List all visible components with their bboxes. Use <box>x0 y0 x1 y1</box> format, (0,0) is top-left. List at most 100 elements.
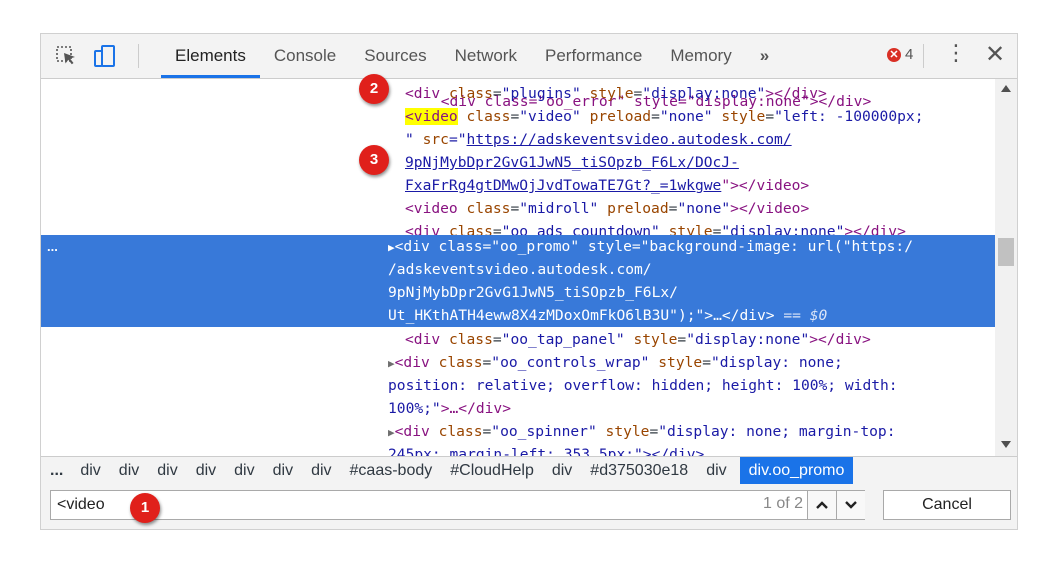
tab-performance[interactable]: Performance <box>531 34 656 78</box>
previous-match-button[interactable] <box>807 491 836 519</box>
toolbar-divider <box>138 44 139 68</box>
tree-line[interactable]: 9pNjMybDpr2GvG1JwN5_tiSOpzb_F6Lx/DOcJ- <box>405 151 995 174</box>
tree-line[interactable]: <video class="midroll" preload="none"></… <box>405 197 995 220</box>
attr-value: "oo_spinner" <box>491 423 597 440</box>
attr-value: "none" <box>659 108 713 125</box>
attr-name: src <box>422 131 449 148</box>
scroll-up-arrow-icon[interactable] <box>1001 85 1011 92</box>
error-icon: ✕ <box>887 47 901 62</box>
selected-text: Ut_HKthATH4eww8X4zMDoxOmFkO6lB3U");">…</… <box>388 307 775 324</box>
tab-sources[interactable]: Sources <box>350 34 440 78</box>
equals: = <box>510 200 520 217</box>
tag-open: <div <box>405 85 449 102</box>
tab-console[interactable]: Console <box>260 34 350 78</box>
tree-line[interactable]: <div class="plugins" style="display:none… <box>405 82 995 105</box>
next-match-button[interactable] <box>836 491 865 519</box>
attr-name: style <box>658 354 703 371</box>
panel-tabs: Elements Console Sources Network Perform… <box>161 34 783 78</box>
tag-open: <div <box>394 354 439 371</box>
callout-badge-3: 3 <box>359 145 389 175</box>
tag-close: ></video> <box>730 200 810 217</box>
selected-text: 9pNjMybDpr2GvG1JwN5_tiSOpzb_F6Lx/ <box>388 284 678 301</box>
tree-line[interactable]: ▶<div class="oo_spinner" style="display:… <box>388 420 995 443</box>
breadcrumb-item[interactable]: div <box>110 457 148 484</box>
equals: = <box>482 354 492 371</box>
breadcrumb-item[interactable]: #CloudHelp <box>441 457 543 484</box>
tab-memory[interactable]: Memory <box>656 34 745 78</box>
selected-text: /adskeventsvideo.autodesk.com/ <box>388 261 652 278</box>
attr-value: "display: none; <box>710 354 843 371</box>
breadcrumb-item[interactable]: div <box>71 457 109 484</box>
breadcrumb-item-active[interactable]: div.oo_promo <box>739 457 854 484</box>
tab-network[interactable]: Network <box>441 34 531 78</box>
equals: = <box>510 108 520 125</box>
tree-line[interactable]: 245px; margin-left: 353.5px;"></div> <box>388 443 995 456</box>
search-field[interactable]: 1 of 2 <box>50 490 865 520</box>
breadcrumb-item[interactable]: div <box>697 457 735 484</box>
device-toolbar-icon[interactable] <box>93 44 117 68</box>
attr-value: 245px; margin-left: 353.5px;"></div> <box>388 446 705 456</box>
chevron-up-icon <box>816 501 828 509</box>
tree-line: Ut_HKthATH4eww8X4zMDoxOmFkO6lB3U");">…</… <box>388 304 995 327</box>
breadcrumb-ellipsis[interactable]: ... <box>41 457 71 484</box>
scroll-down-arrow-icon[interactable] <box>1001 441 1011 448</box>
breadcrumb-item[interactable]: #d375030e18 <box>581 457 697 484</box>
breadcrumb-item[interactable]: div <box>148 457 186 484</box>
tree-line[interactable]: position: relative; overflow: hidden; he… <box>388 374 995 397</box>
attr-name: class <box>448 331 493 348</box>
equals: = <box>633 85 643 102</box>
expand-triangle-icon[interactable]: ▶ <box>388 241 395 254</box>
close-icon[interactable]: ✕ <box>985 40 1005 68</box>
elements-tree: <div class="oo_error" style="display:non… <box>41 79 995 456</box>
expand-triangle-icon[interactable]: ▶ <box>388 426 395 439</box>
tag-open: <div <box>394 423 439 440</box>
kebab-menu-icon[interactable]: ⋮ <box>945 42 967 66</box>
error-counter[interactable]: ✕ 4 <box>887 46 913 63</box>
tree-line[interactable]: <div class="oo_tap_panel" style="display… <box>405 328 995 351</box>
breadcrumb: ... div div div div div div div #caas-bo… <box>41 456 1017 485</box>
dollar-zero: $0 <box>809 307 828 324</box>
tree-line[interactable]: ▶<div class="oo_controls_wrap" style="di… <box>388 351 995 374</box>
attr-name: style <box>721 108 766 125</box>
breadcrumb-item[interactable]: div <box>187 457 225 484</box>
tree-line: 9pNjMybDpr2GvG1JwN5_tiSOpzb_F6Lx/ <box>388 281 995 304</box>
tree-line[interactable]: <video class="video" preload="none" styl… <box>405 105 995 128</box>
breadcrumb-item[interactable]: #caas-body <box>341 457 442 484</box>
attr-name: style <box>633 331 678 348</box>
attr-value: =" <box>448 131 467 148</box>
tab-elements[interactable]: Elements <box>161 34 260 78</box>
inspect-element-icon[interactable] <box>55 44 79 68</box>
expand-triangle-icon[interactable]: ▶ <box>388 357 395 370</box>
attr-value: "video" <box>519 108 581 125</box>
src-link[interactable]: FxaFrRg4gtDMwOjJvdTowaTE7Gt?_=1wkgwe <box>405 177 721 194</box>
breadcrumb-item[interactable]: div <box>302 457 340 484</box>
selected-node[interactable]: ... ▶<div class="oo_promo" style="backgr… <box>41 235 995 327</box>
src-link[interactable]: 9pNjMybDpr2GvG1JwN5_tiSOpzb_F6Lx/DOcJ- <box>405 154 739 171</box>
attr-name: class <box>438 423 483 440</box>
node-menu-dots[interactable]: ... <box>47 239 58 254</box>
attr-name: class <box>448 85 493 102</box>
attr-value: " <box>405 131 414 148</box>
attr-value: "plugins" <box>501 85 581 102</box>
cancel-button[interactable]: Cancel <box>883 490 1011 520</box>
equals: = <box>702 354 711 371</box>
tree-line[interactable]: 100%;">…</div> <box>388 397 995 420</box>
vertical-scrollbar[interactable] <box>995 79 1017 456</box>
more-tabs-icon[interactable]: » <box>746 34 783 78</box>
breadcrumb-item[interactable]: div <box>264 457 302 484</box>
tree-line: ▶<div class="oo_promo" style="background… <box>388 235 995 258</box>
attr-name: class <box>466 200 511 217</box>
attr-value: 100%;" <box>388 400 441 417</box>
tree-line[interactable]: FxaFrRg4gtDMwOjJvdTowaTE7Gt?_=1wkgwe"></… <box>405 174 995 197</box>
src-link[interactable]: https://adskeventsvideo.autodesk.com/ <box>467 131 792 148</box>
scrollbar-thumb[interactable] <box>998 238 1014 266</box>
attr-value: position: relative; overflow: hidden; he… <box>388 377 898 394</box>
tree-line[interactable]: " src="https://adskeventsvideo.autodesk.… <box>405 128 995 151</box>
equals: = <box>492 331 502 348</box>
equals-marker: == <box>774 307 810 324</box>
breadcrumb-item[interactable]: div <box>225 457 263 484</box>
chevron-down-icon <box>845 501 857 509</box>
breadcrumb-item[interactable]: div <box>543 457 581 484</box>
equals: = <box>482 423 492 440</box>
attr-value: "oo_tap_panel" <box>501 331 625 348</box>
